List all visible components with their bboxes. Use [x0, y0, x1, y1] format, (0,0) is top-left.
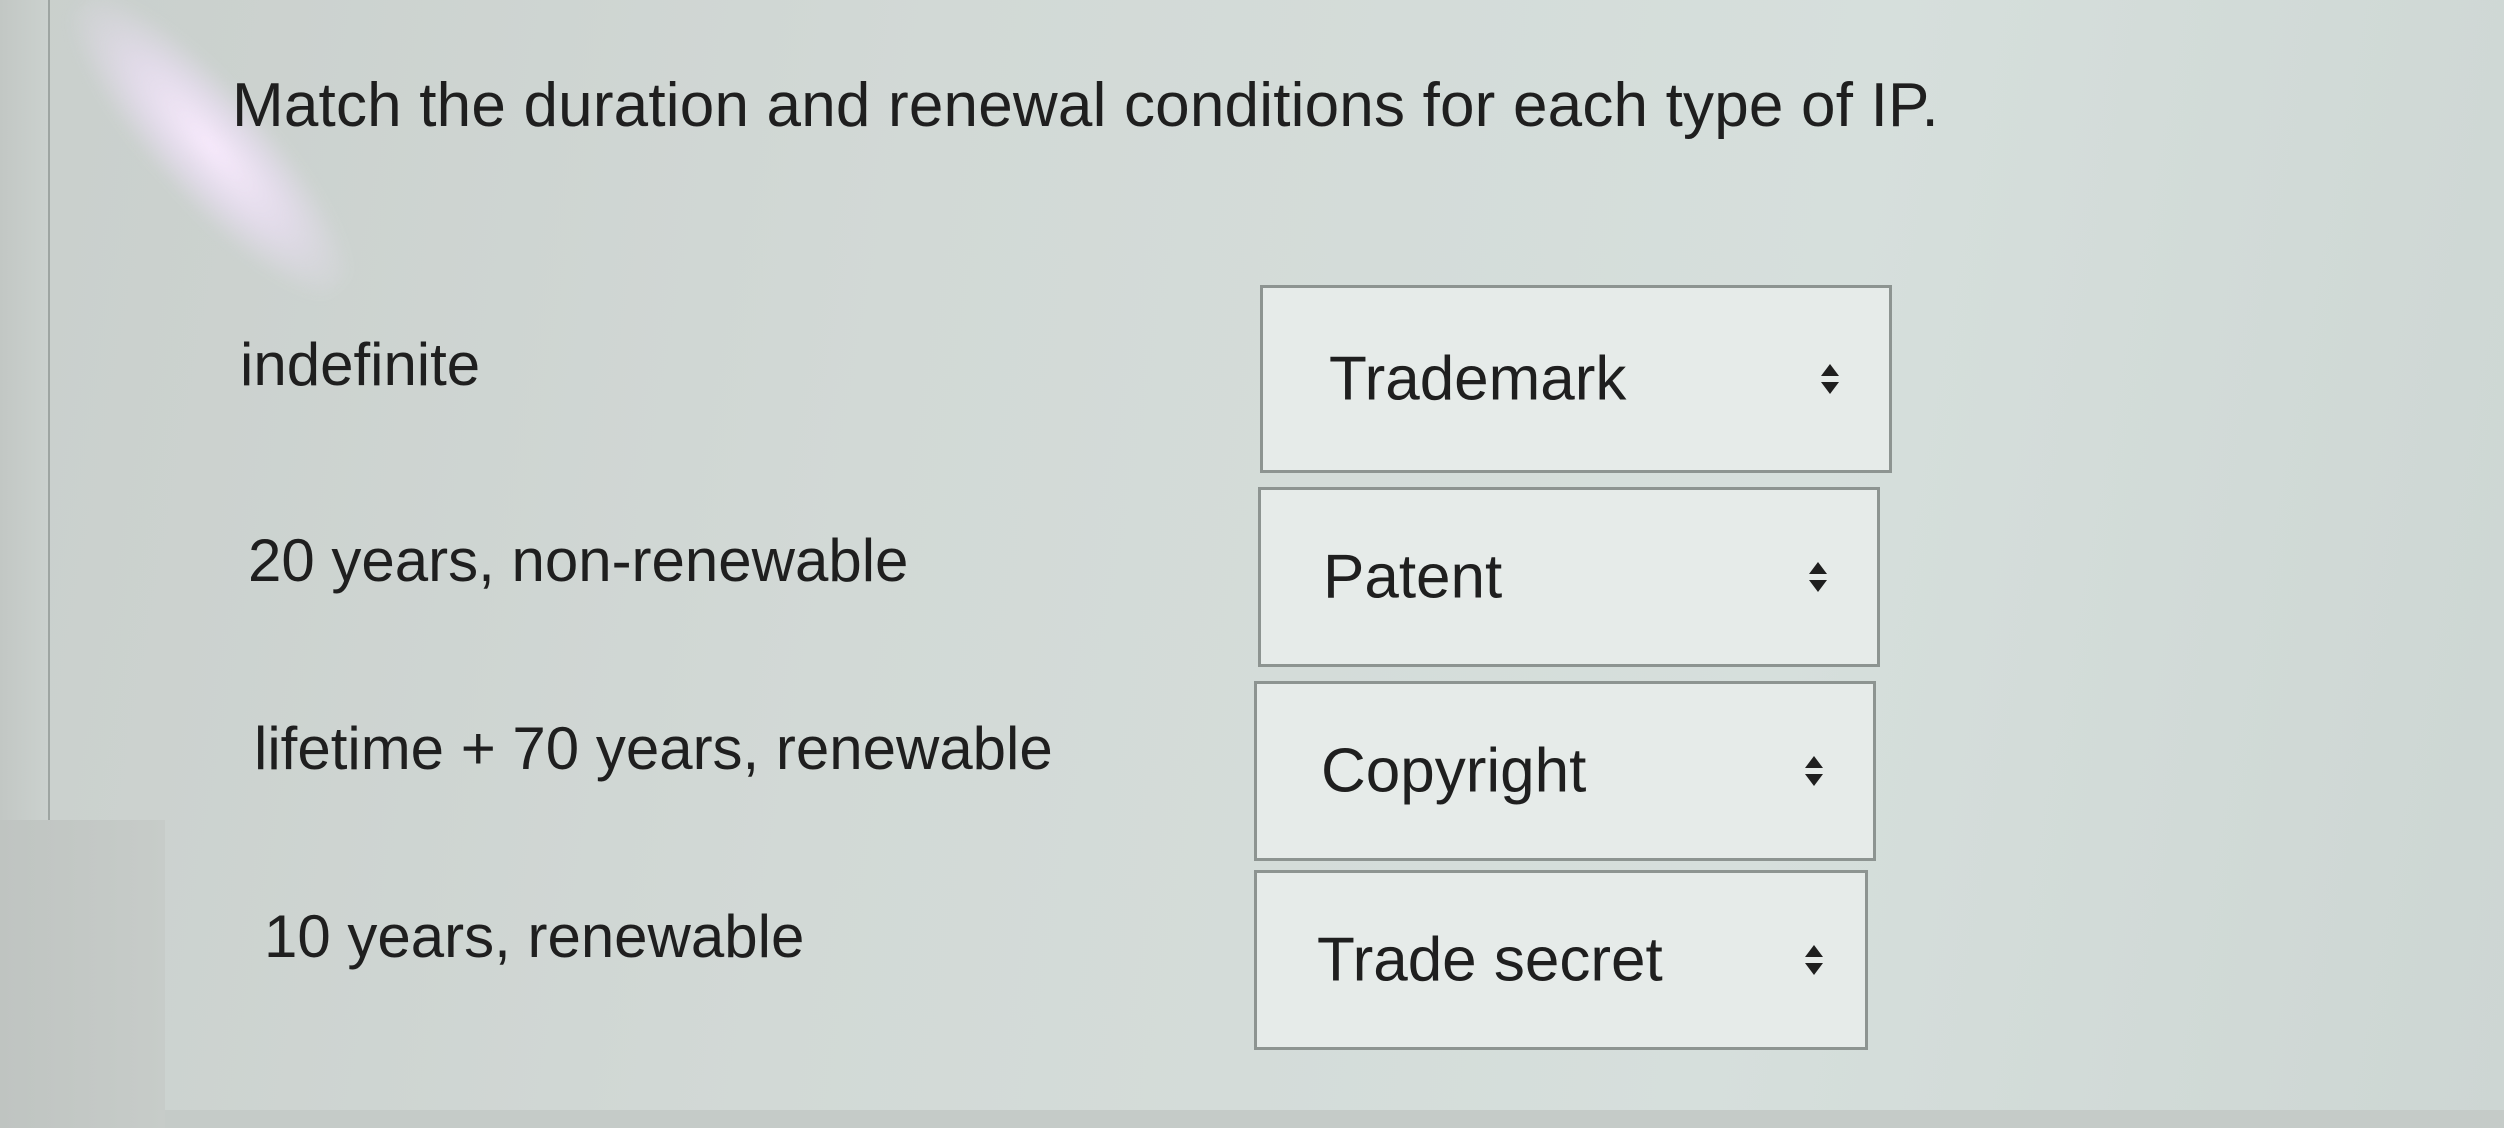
updown-chevron-icon [1805, 756, 1823, 786]
ip-type-select-4[interactable]: Trade secret [1254, 870, 1868, 1050]
ip-type-select-1[interactable]: Trademark [1260, 285, 1892, 473]
select-value: Trademark [1329, 344, 1627, 414]
duration-label-10-years: 10 years, renewable [264, 903, 805, 970]
updown-chevron-icon [1809, 562, 1827, 592]
updown-chevron-icon [1821, 364, 1839, 394]
screen-glare [41, 0, 379, 323]
left-margin-strip [0, 0, 50, 822]
duration-label-lifetime-70: lifetime + 70 years, renewable [254, 715, 1053, 782]
question-text: Match the duration and renewal condition… [232, 71, 1939, 140]
duration-label-indefinite: indefinite [240, 331, 481, 398]
ip-type-select-2[interactable]: Patent [1258, 487, 1880, 667]
select-value: Trade secret [1317, 925, 1663, 995]
page-shadow [0, 820, 165, 1128]
updown-chevron-icon [1805, 945, 1823, 975]
select-value: Patent [1323, 542, 1503, 612]
page-bottom-edge [165, 1110, 2504, 1128]
duration-label-20-years: 20 years, non-renewable [248, 527, 909, 594]
select-value: Copyright [1321, 736, 1587, 806]
ip-type-select-3[interactable]: Copyright [1254, 681, 1876, 861]
